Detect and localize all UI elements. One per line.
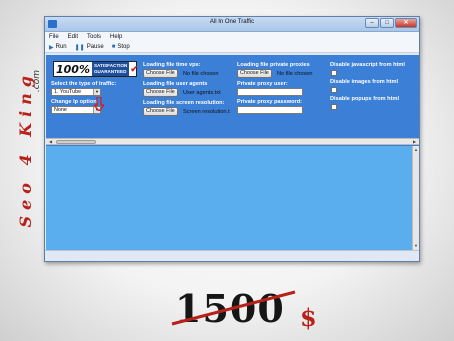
- proxy-user-input[interactable]: [237, 88, 303, 96]
- screen-resolution-choose-button[interactable]: Choose File: [143, 107, 178, 116]
- private-proxies-choose-button[interactable]: Choose File: [237, 69, 272, 78]
- private-proxies-file-status: No file chosen: [277, 71, 313, 77]
- currency-symbol: $: [300, 303, 317, 332]
- vertical-scrollbar[interactable]: ▲ ▼: [412, 146, 419, 250]
- stop-icon: ■: [111, 44, 116, 50]
- horizontal-scrollbar[interactable]: ◀ ▶: [46, 138, 419, 145]
- user-agents-file-status: User agents.txt: [183, 90, 221, 96]
- traffic-type-select[interactable]: 1. YouTube ▼: [51, 88, 101, 96]
- app-window: All In One Traffic – □ ✕ File Edit Tools…: [44, 16, 420, 262]
- window-title: All In One Traffic: [209, 19, 255, 25]
- disable-javascript-label: Disable javascript from html: [330, 62, 405, 68]
- scroll-thumb[interactable]: [56, 140, 96, 144]
- traffic-type-value: 1. YouTube: [54, 89, 82, 95]
- window-controls: – □ ✕: [365, 18, 417, 28]
- stop-label: Stop: [117, 44, 130, 50]
- scroll-down-icon[interactable]: ▼: [413, 243, 419, 249]
- brand-text: Seo 4 King: [16, 70, 35, 228]
- scroll-up-icon[interactable]: ▲: [413, 147, 419, 153]
- proxy-password-label: Private proxy password:: [237, 99, 302, 105]
- proxy-password-input[interactable]: [237, 106, 303, 114]
- brand-suffix: .com: [32, 70, 42, 93]
- disable-javascript-checkbox[interactable]: [331, 70, 337, 76]
- toolbar: ▶ Run ❚❚ Pause ■ Stop: [45, 42, 419, 53]
- private-proxies-label: Loading file private proxies: [237, 62, 310, 68]
- disable-images-checkbox[interactable]: [331, 87, 337, 93]
- minimize-button[interactable]: –: [365, 18, 379, 28]
- title-bar: All In One Traffic – □ ✕: [45, 17, 419, 32]
- run-label: Run: [55, 44, 67, 50]
- down-arrow-icon: [94, 97, 104, 111]
- browser-view[interactable]: ▲ ▼: [46, 146, 419, 250]
- badge-text: SATISFACTION GUARANTEED: [91, 62, 130, 76]
- user-agents-choose-button[interactable]: Choose File: [143, 88, 178, 97]
- screen-resolution-file-status: Screen resolution.t: [183, 109, 230, 115]
- scroll-right-icon[interactable]: ▶: [411, 139, 418, 144]
- close-button[interactable]: ✕: [395, 18, 417, 28]
- scroll-left-icon[interactable]: ◀: [47, 139, 54, 144]
- time-vps-choose-button[interactable]: Choose File: [143, 69, 178, 78]
- play-icon: ▶: [49, 44, 54, 51]
- pause-label: Pause: [86, 44, 104, 50]
- badge-line2: GUARANTEED: [93, 69, 127, 74]
- pause-icon: ❚❚: [74, 44, 85, 51]
- disable-popups-label: Disable popups from html: [330, 96, 399, 102]
- chevron-down-icon: ▼: [93, 89, 100, 95]
- user-agents-label: Loading file user agents: [143, 81, 208, 87]
- menu-bar: File Edit Tools Help: [45, 32, 419, 42]
- disable-popups-checkbox[interactable]: [331, 104, 337, 110]
- run-button[interactable]: ▶ Run: [49, 44, 67, 51]
- badge-percent: 100%: [56, 62, 90, 76]
- stop-button[interactable]: ■ Stop: [112, 44, 130, 50]
- check-icon: ✔: [130, 63, 138, 74]
- ip-option-value: None: [54, 107, 67, 113]
- menu-edit[interactable]: Edit: [68, 34, 78, 40]
- side-brand: Seo 4 King .com: [4, 70, 44, 270]
- price-strike: [171, 290, 296, 326]
- menu-tools[interactable]: Tools: [87, 34, 101, 40]
- pause-button[interactable]: ❚❚ Pause: [75, 44, 104, 51]
- disable-images-label: Disable images from html: [330, 79, 399, 85]
- status-bar: [45, 250, 419, 261]
- traffic-type-label: Select the type of traffic:: [51, 81, 117, 87]
- satisfaction-badge: 100% SATISFACTION GUARANTEED ✔: [53, 61, 138, 77]
- time-vps-file-status: No file chosen: [183, 71, 219, 77]
- menu-help[interactable]: Help: [110, 34, 122, 40]
- maximize-button[interactable]: □: [380, 18, 394, 28]
- proxy-user-label: Private proxy user:: [237, 81, 288, 87]
- menu-file[interactable]: File: [49, 34, 59, 40]
- screen-resolution-label: Loading file screen resolution:: [143, 100, 225, 106]
- ip-option-label: Change Ip option: [51, 99, 97, 105]
- time-vps-label: Loading file time vps:: [143, 62, 201, 68]
